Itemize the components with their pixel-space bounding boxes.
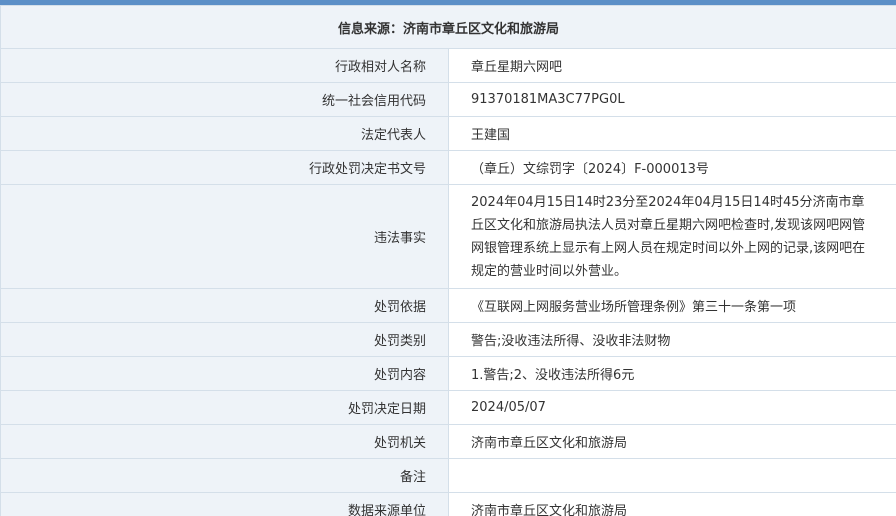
field-value: （章丘）文综罚字〔2024〕F-000013号	[448, 150, 896, 185]
row-penalty-basis: 处罚依据 《互联网上网服务营业场所管理条例》第三十一条第一项	[0, 288, 896, 323]
row-violation-facts: 违法事实 2024年04月15日14时23分至2024年04月15日14时45分…	[0, 184, 896, 289]
row-penalty-content: 处罚内容 1.警告;2、没收违法所得6元	[0, 356, 896, 391]
field-value: 章丘星期六网吧	[448, 48, 896, 83]
field-label: 备注	[0, 458, 449, 493]
penalty-info-panel: 信息来源：济南市章丘区文化和旅游局 行政相对人名称 章丘星期六网吧 统一社会信用…	[0, 0, 896, 516]
field-value	[448, 458, 896, 493]
field-label: 处罚内容	[0, 356, 449, 391]
field-value: 警告;没收违法所得、没收非法财物	[448, 322, 896, 357]
row-remarks: 备注	[0, 458, 896, 493]
field-value: 2024年04月15日14时23分至2024年04月15日14时45分济南市章丘…	[448, 184, 896, 289]
row-party-name: 行政相对人名称 章丘星期六网吧	[0, 48, 896, 83]
field-value: 济南市章丘区文化和旅游局	[448, 424, 896, 459]
row-data-source: 数据来源单位 济南市章丘区文化和旅游局	[0, 492, 896, 516]
info-source-title: 信息来源：济南市章丘区文化和旅游局	[0, 5, 896, 49]
field-value: 《互联网上网服务营业场所管理条例》第三十一条第一项	[448, 288, 896, 323]
field-value: 1.警告;2、没收违法所得6元	[448, 356, 896, 391]
field-value: 2024/05/07	[448, 390, 896, 425]
field-label: 行政相对人名称	[0, 48, 449, 83]
field-label: 法定代表人	[0, 116, 449, 151]
field-value: 91370181MA3C77PG0L	[448, 82, 896, 117]
row-penalty-authority: 处罚机关 济南市章丘区文化和旅游局	[0, 424, 896, 459]
row-decision-number: 行政处罚决定书文号 （章丘）文综罚字〔2024〕F-000013号	[0, 150, 896, 185]
field-label: 违法事实	[0, 184, 449, 289]
field-value: 王建国	[448, 116, 896, 151]
row-penalty-type: 处罚类别 警告;没收违法所得、没收非法财物	[0, 322, 896, 357]
field-label: 统一社会信用代码	[0, 82, 449, 117]
field-label: 处罚决定日期	[0, 390, 449, 425]
field-label: 处罚类别	[0, 322, 449, 357]
field-label: 数据来源单位	[0, 492, 449, 516]
row-credit-code: 统一社会信用代码 91370181MA3C77PG0L	[0, 82, 896, 117]
row-legal-representative: 法定代表人 王建国	[0, 116, 896, 151]
field-label: 行政处罚决定书文号	[0, 150, 449, 185]
field-value: 济南市章丘区文化和旅游局	[448, 492, 896, 516]
penalty-info-table: 信息来源：济南市章丘区文化和旅游局 行政相对人名称 章丘星期六网吧 统一社会信用…	[0, 5, 896, 516]
field-label: 处罚依据	[0, 288, 449, 323]
table-header-row: 信息来源：济南市章丘区文化和旅游局	[0, 5, 896, 49]
field-label: 处罚机关	[0, 424, 449, 459]
row-decision-date: 处罚决定日期 2024/05/07	[0, 390, 896, 425]
